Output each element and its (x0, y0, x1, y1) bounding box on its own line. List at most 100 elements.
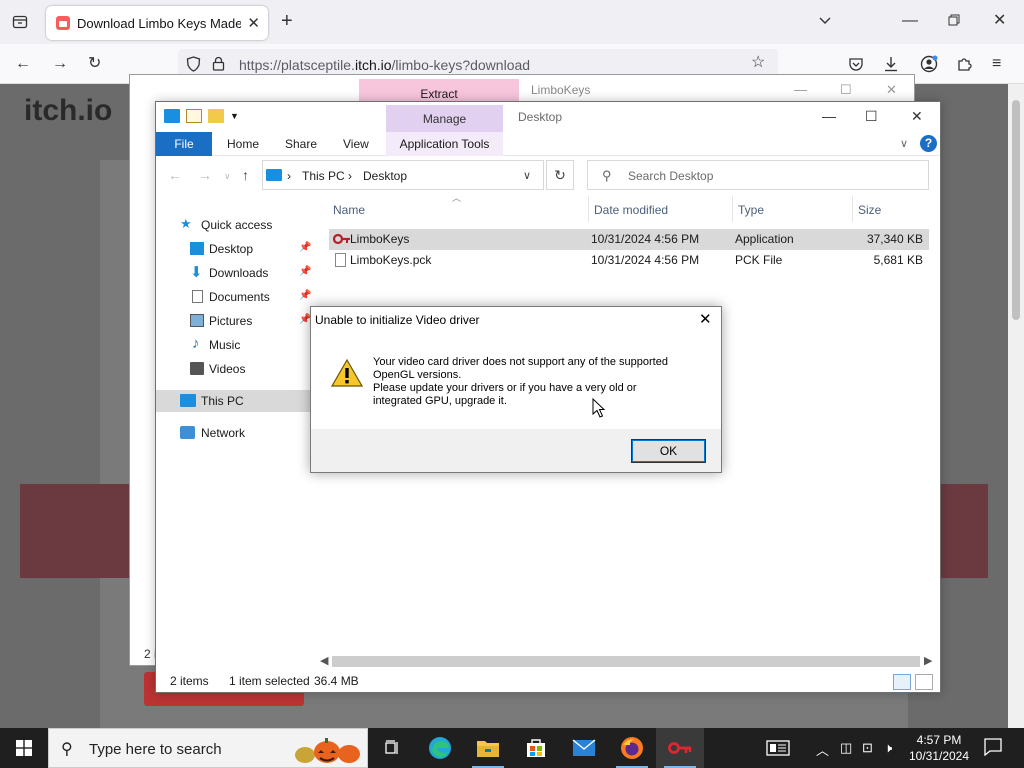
key-app-icon (332, 232, 350, 246)
extensions-puzzle-icon[interactable] (956, 56, 972, 76)
back-arrow-icon[interactable]: ← (15, 56, 31, 72)
customize-toolbar-icon[interactable]: ▼ (230, 111, 239, 121)
nav-music[interactable]: ♪ Music (156, 334, 312, 356)
nav-videos[interactable]: Videos (156, 358, 312, 380)
breadcrumb-this-pc[interactable]: This PC (302, 169, 345, 183)
hamburger-menu-icon[interactable]: ≡ (992, 56, 1001, 72)
recent-locations-icon[interactable]: ∨ (224, 171, 231, 182)
nav-this-pc[interactable]: This PC (156, 390, 312, 412)
dialog-title-bar[interactable]: Unable to initialize Video driver ✕ (311, 307, 721, 333)
explorer-back-icon[interactable]: ← (168, 167, 182, 183)
nav-downloads[interactable]: ⬇ Downloads 📌 (156, 262, 312, 284)
url-text[interactable]: https://platsceptile.itch.io/limbo-keys?… (239, 57, 530, 73)
large-icons-view-icon[interactable] (915, 674, 933, 690)
explorer-minimize-icon[interactable]: — (822, 108, 836, 124)
ok-button[interactable]: OK (631, 439, 706, 463)
taskbar-clock[interactable]: 4:57 PM 10/31/2024 (902, 732, 976, 764)
show-hidden-icons-chevron-icon[interactable]: ︿ (816, 740, 829, 759)
new-tab-plus-icon[interactable]: + (281, 11, 293, 31)
new-folder-icon[interactable] (208, 109, 224, 123)
file-row[interactable]: LimboKeys.pck 10/31/2024 4:56 PM PCK Fil… (329, 250, 929, 271)
nav-network[interactable]: Network (156, 422, 312, 444)
scroll-left-icon[interactable]: ◀ (320, 654, 328, 667)
nav-quick-access[interactable]: ★ Quick access (156, 214, 312, 236)
back-close-icon[interactable]: ✕ (886, 82, 897, 98)
explorer-maximize-icon[interactable]: ☐ (865, 108, 878, 125)
nav-desktop[interactable]: Desktop 📌 (156, 238, 312, 260)
explorer-title-bar[interactable]: ▼ Manage Desktop — ☐ ✕ (156, 102, 940, 132)
back-minimize-icon[interactable]: — (794, 82, 807, 97)
nav-documents[interactable]: Documents 📌 (156, 286, 312, 308)
page-scrollbar-thumb[interactable] (1012, 100, 1020, 320)
pocket-icon[interactable] (848, 56, 864, 76)
ribbon-tab-file[interactable]: File (156, 132, 212, 156)
close-tab-icon[interactable]: ✕ (247, 14, 260, 32)
ribbon-tab-application-tools[interactable]: Application Tools (386, 132, 503, 156)
column-header-size[interactable]: Size (858, 203, 881, 217)
manage-context-tab[interactable]: Manage (386, 105, 503, 132)
volume-icon[interactable]: 🕨 (884, 740, 892, 756)
bookmark-star-icon[interactable]: ☆ (751, 55, 765, 71)
crumb-sep-1[interactable]: › (287, 169, 291, 183)
help-icon[interactable]: ? (920, 135, 937, 152)
padlock-icon[interactable] (212, 56, 225, 75)
column-divider[interactable] (852, 196, 853, 222)
horizontal-scrollbar[interactable]: ◀ ▶ (316, 653, 938, 670)
extract-context-tab[interactable]: Extract (359, 79, 519, 103)
horizontal-scroll-thumb[interactable] (332, 656, 920, 667)
breadcrumb-desktop[interactable]: Desktop (363, 169, 407, 183)
close-browser-icon[interactable]: ✕ (993, 13, 1006, 29)
ribbon-tab-view[interactable]: View (343, 137, 369, 151)
reload-icon[interactable]: ↻ (88, 56, 101, 72)
ribbon-tab-share[interactable]: Share (285, 137, 317, 151)
explorer-close-icon[interactable]: ✕ (911, 108, 923, 125)
forward-arrow-icon[interactable]: → (52, 56, 68, 72)
details-view-icon[interactable] (893, 674, 911, 690)
news-widget-icon[interactable] (766, 740, 790, 759)
browser-tab-active[interactable]: Download Limbo Keys Made In ✕ (46, 6, 268, 40)
error-dialog[interactable]: Unable to initialize Video driver ✕ Your… (310, 306, 722, 473)
pin-icon: 📌 (299, 290, 312, 301)
task-view-icon[interactable] (368, 728, 416, 768)
column-header-type[interactable]: Type (738, 203, 764, 217)
minimize-browser-icon[interactable]: — (902, 13, 918, 29)
crumb-sep-2[interactable]: › (348, 169, 352, 183)
status-item-count: 2 items (170, 674, 209, 688)
back-maximize-icon[interactable]: ☐ (840, 82, 852, 98)
refresh-icon[interactable]: ↻ (546, 160, 574, 190)
expand-ribbon-chevron-icon[interactable]: ∨ (900, 137, 908, 150)
mail-icon[interactable] (560, 728, 608, 768)
dialog-close-icon[interactable]: ✕ (699, 310, 712, 328)
tab-list-icon[interactable] (12, 14, 28, 34)
file-row[interactable]: LimboKeys 10/31/2024 4:56 PM Application… (329, 229, 929, 250)
windows-start-icon[interactable] (0, 728, 48, 768)
firefox-icon[interactable] (608, 728, 656, 768)
microsoft-store-icon[interactable] (512, 728, 560, 768)
network-icon[interactable]: ⊡ (862, 740, 873, 756)
restore-browser-icon[interactable] (948, 14, 960, 30)
meet-now-icon[interactable]: ◫ (840, 740, 852, 756)
column-divider[interactable] (588, 196, 589, 222)
column-header-name[interactable]: Name (333, 203, 365, 217)
notifications-icon[interactable] (984, 738, 1002, 759)
ribbon-tab-home[interactable]: Home (227, 137, 259, 151)
column-divider[interactable] (732, 196, 733, 222)
list-all-tabs-chevron-icon[interactable] (818, 13, 832, 31)
address-dropdown-icon[interactable]: ∨ (523, 169, 531, 182)
edge-browser-icon[interactable] (416, 728, 464, 768)
nav-pictures[interactable]: Pictures 📌 (156, 310, 312, 332)
downloads-icon[interactable] (883, 56, 899, 76)
explorer-forward-icon[interactable]: → (198, 167, 212, 183)
account-icon[interactable] (920, 55, 938, 77)
limbokeys-app-icon[interactable] (656, 728, 704, 768)
tracking-shield-icon[interactable] (186, 56, 201, 76)
search-desktop-input[interactable]: ⚲ Search Desktop (587, 160, 929, 190)
file-explorer-icon[interactable] (464, 728, 512, 768)
up-level-icon[interactable]: ↑ (242, 167, 249, 183)
properties-check-icon[interactable] (186, 109, 202, 123)
column-header-date[interactable]: Date modified (594, 203, 668, 217)
taskbar-search-input[interactable]: ⚲ Type here to search (48, 728, 368, 768)
page-vertical-scrollbar[interactable] (1008, 84, 1024, 728)
address-bar[interactable]: › This PC › Desktop ∨ (262, 160, 544, 190)
scroll-right-icon[interactable]: ▶ (924, 654, 932, 667)
